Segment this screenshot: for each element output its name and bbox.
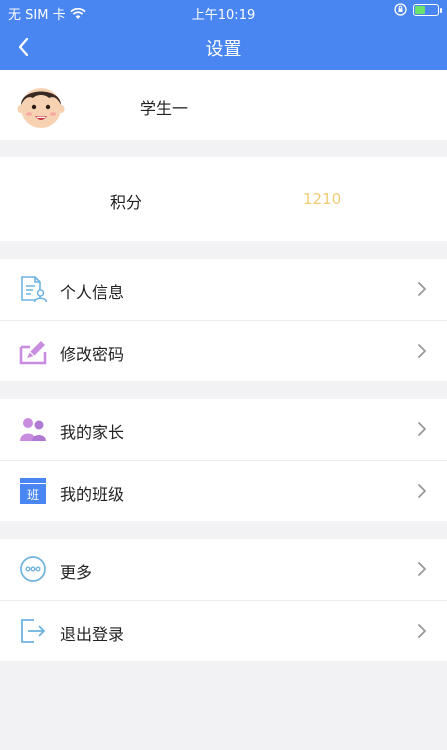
logout-row[interactable]: 退出登录 (0, 600, 447, 661)
parents-icon (20, 418, 46, 441)
personal-info-icon (21, 276, 48, 303)
status-bar: 无 SIM 卡 上午10:19 (0, 0, 447, 24)
settings-screen: 无 SIM 卡 上午10:19 设置 学生一 积分 1210 个人信息 修改密码… (0, 0, 447, 750)
chevron-right-icon (418, 422, 426, 436)
score-label: 积分 (110, 193, 143, 212)
personal-info-label: 个人信息 (60, 283, 125, 302)
change-password-label: 修改密码 (60, 345, 125, 364)
class-icon-text: 班 (27, 488, 39, 502)
chevron-right-icon (418, 344, 426, 358)
battery-level (415, 5, 425, 14)
settings-group-other: 更多 退出登录 (0, 539, 447, 661)
score-value: 1210 (303, 190, 342, 208)
logout-icon (21, 619, 45, 643)
status-right (394, 3, 442, 16)
profile-row[interactable]: 学生一 (0, 70, 447, 140)
logout-label: 退出登录 (60, 625, 125, 644)
battery-icon (413, 3, 442, 16)
settings-group-family: 我的家长 班 我的班级 (0, 399, 447, 521)
my-class-label: 我的班级 (60, 485, 125, 504)
chevron-right-icon (418, 484, 426, 498)
score-row: 积分 1210 (0, 157, 447, 241)
my-parents-row[interactable]: 我的家长 (0, 399, 447, 460)
page-title: 设置 (205, 39, 242, 60)
chevron-right-icon (418, 282, 426, 296)
more-label: 更多 (60, 563, 93, 582)
profile-name: 学生一 (140, 99, 189, 118)
chevron-right-icon (418, 624, 426, 638)
class-icon: 班 (20, 478, 46, 504)
personal-info-row[interactable]: 个人信息 (0, 259, 447, 320)
change-password-icon (19, 341, 47, 365)
settings-group-account: 个人信息 修改密码 (0, 259, 447, 381)
more-icon (20, 556, 46, 582)
my-parents-label: 我的家长 (60, 423, 125, 442)
more-row[interactable]: 更多 (0, 539, 447, 600)
avatar (17, 88, 65, 128)
nav-bar: 设置 (0, 24, 447, 70)
change-password-row[interactable]: 修改密码 (0, 320, 447, 381)
clock: 上午10:19 (191, 8, 256, 23)
orientation-lock-icon (394, 3, 407, 16)
my-class-row[interactable]: 班 我的班级 (0, 460, 447, 521)
chevron-right-icon (418, 562, 426, 576)
